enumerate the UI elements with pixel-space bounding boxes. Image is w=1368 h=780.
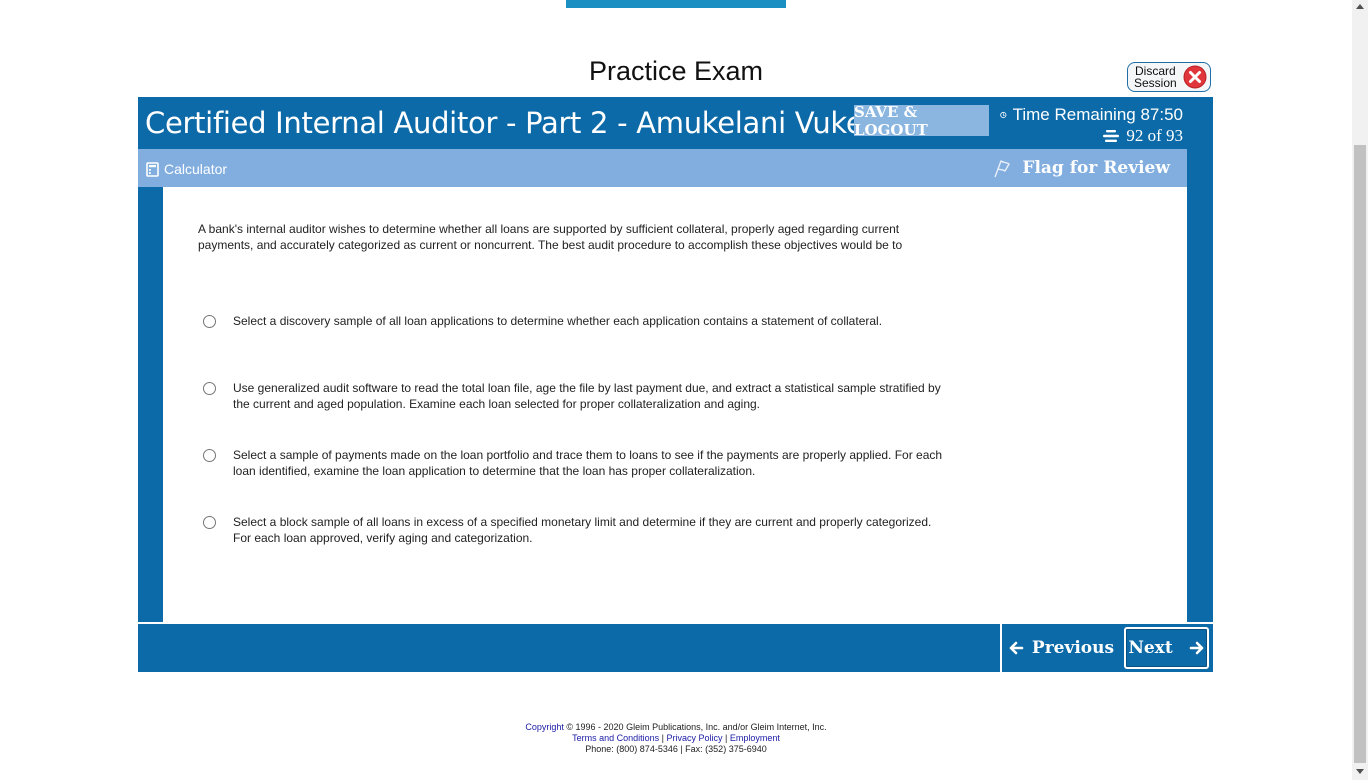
answer-option-d[interactable]: Select a block sample of all loans in ex… — [203, 514, 948, 546]
answer-text: Select a block sample of all loans in ex… — [233, 515, 932, 545]
exam-header: Certified Internal Auditor - Part 2 - Am… — [138, 97, 1213, 149]
question-list-icon — [1103, 130, 1120, 142]
privacy-link[interactable]: Privacy Policy — [667, 733, 723, 743]
scrollbar-thumb[interactable] — [1354, 145, 1366, 763]
question-text: A bank's internal auditor wishes to dete… — [198, 222, 903, 252]
answer-option-c[interactable]: Select a sample of payments made on the … — [203, 447, 948, 479]
calculator-icon — [146, 161, 159, 177]
previous-button[interactable]: Previous — [1000, 624, 1120, 672]
scroll-up-arrow-icon[interactable] — [1356, 4, 1364, 9]
question-counter: 92 of 93 — [1000, 126, 1183, 146]
vertical-scrollbar[interactable] — [1352, 0, 1368, 780]
answer-option-b[interactable]: Use generalized audit software to read t… — [203, 380, 948, 412]
previous-label: Previous — [1031, 638, 1115, 658]
contact-line: Phone: (800) 874-5346 | Fax: (352) 375-6… — [585, 744, 767, 754]
discard-session-button[interactable]: Discard Session — [1127, 62, 1211, 92]
copyright-link[interactable]: Copyright — [525, 722, 564, 732]
answer-option-a[interactable]: Select a discovery sample of all loan ap… — [203, 313, 948, 329]
discard-session-label: Discard Session — [1134, 64, 1177, 90]
arrow-right-icon — [1189, 641, 1203, 655]
time-remaining-text: Time Remaining 87:50 — [1012, 105, 1183, 124]
clock-icon — [1000, 111, 1007, 119]
exam-panel: Certified Internal Auditor - Part 2 - Am… — [138, 97, 1213, 672]
question-area: A bank's internal auditor wishes to dete… — [163, 187, 1187, 622]
radio-button[interactable] — [203, 449, 216, 462]
radio-button[interactable] — [203, 382, 216, 395]
scroll-down-arrow-icon[interactable] — [1356, 769, 1364, 774]
flag-for-review-button[interactable]: Flag for Review — [992, 158, 1170, 178]
answer-text: Select a discovery sample of all loan ap… — [233, 314, 883, 328]
close-circle-icon — [1183, 65, 1207, 89]
next-label: Next — [1128, 638, 1173, 658]
answer-text: Select a sample of payments made on the … — [233, 448, 943, 478]
radio-button[interactable] — [203, 315, 216, 328]
terms-link[interactable]: Terms and Conditions — [572, 733, 659, 743]
arrow-left-icon — [1009, 641, 1024, 655]
flag-label: Flag for Review — [1022, 158, 1170, 178]
calculator-label: Calculator — [164, 161, 228, 177]
page-footer: Copyright © 1996 - 2020 Gleim Publicatio… — [0, 722, 1352, 755]
top-banner-strip — [566, 0, 786, 8]
question-toolbar: Calculator Flag for Review — [138, 149, 1187, 187]
save-logout-button[interactable]: SAVE & LOGOUT — [854, 103, 989, 139]
exam-status: Time Remaining 87:50 92 of 93 — [1000, 105, 1183, 146]
copyright-text: © 1996 - 2020 Gleim Publications, Inc. a… — [566, 722, 827, 732]
footer-links: Terms and Conditions | Privacy Policy | … — [572, 733, 780, 743]
radio-button[interactable] — [203, 516, 216, 529]
employment-link[interactable]: Employment — [730, 733, 780, 743]
flag-icon — [994, 160, 1011, 178]
exam-title: Certified Internal Auditor - Part 2 - Am… — [145, 106, 889, 140]
answer-text: Use generalized audit software to read t… — [233, 381, 941, 411]
question-counter-text: 92 of 93 — [1126, 126, 1183, 145]
copyright-line: Copyright © 1996 - 2020 Gleim Publicatio… — [0, 722, 1352, 733]
next-button[interactable]: Next — [1124, 627, 1209, 669]
calculator-button[interactable]: Calculator — [146, 161, 227, 177]
time-remaining: Time Remaining 87:50 — [1000, 105, 1183, 125]
navigation-bar: Previous Next — [138, 624, 1213, 672]
